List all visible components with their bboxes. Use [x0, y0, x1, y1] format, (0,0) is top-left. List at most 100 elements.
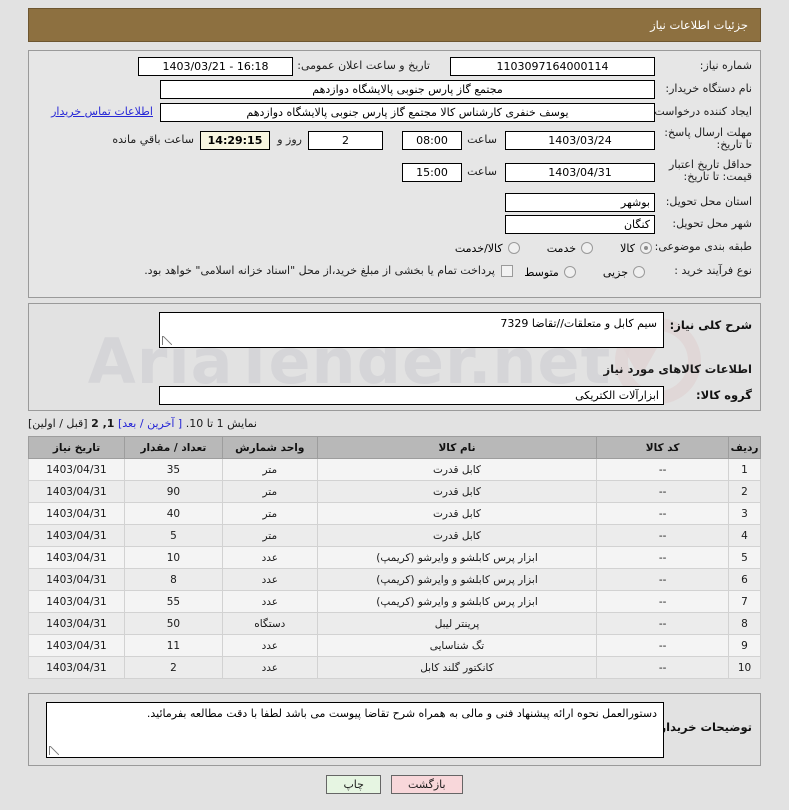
th-need-date: تاریخ نیاز — [28, 436, 125, 459]
treasury-checkbox-row[interactable]: پرداخت تمام یا بخشی از مبلغ خرید،از محل … — [144, 264, 513, 277]
cell-goods-name: ابزار پرس کابلشو و وایرشو (کریمپ) — [316, 590, 598, 613]
table-row: 7 -- ابزار پرس کابلشو و وایرشو (کریمپ) عدد 5… — [28, 590, 761, 613]
cell-goods-name: کابل قدرت — [316, 458, 598, 481]
table-row: 3 -- کابل قدرت متر 40 1403/04/31 — [28, 502, 761, 525]
subject-class-row: طبقه بندی موضوعی: — [655, 240, 752, 253]
cell-row-number: 1 — [728, 458, 761, 481]
print-button[interactable]: چاپ — [326, 775, 381, 794]
remaining-days-field: 2 — [308, 131, 383, 150]
process-type-label: نوع فرآیند خرید : — [674, 264, 752, 277]
remaining-time-label: ساعت باقي مانده — [112, 133, 194, 146]
creator-label: ایجاد کننده درخواست: — [650, 105, 752, 118]
cell-unit: عدد — [221, 590, 318, 613]
radio-label-jozi: جزیی — [602, 265, 628, 279]
treasury-checkbox-icon[interactable] — [501, 264, 513, 277]
announce-label: تاریخ و ساعت اعلان عمومی: — [297, 59, 430, 72]
radio-option-motavaset[interactable]: متوسط — [524, 266, 576, 279]
radio-option-kala-khedmat[interactable]: کالا/خدمت — [455, 242, 520, 255]
cell-need-date: 1403/04/31 — [28, 546, 125, 569]
cell-goods-code: -- — [596, 590, 730, 613]
province-label: استان محل تحویل: — [665, 195, 752, 208]
radio-icon-khedmat[interactable] — [581, 242, 594, 254]
remaining-days-label: روز و — [277, 133, 302, 146]
city-label: شهر محل تحویل: — [672, 217, 752, 230]
buyer-org-row: نام دستگاه خریدار: — [665, 82, 752, 95]
announce-datetime-field: 16:18 - 1403/03/21 — [138, 57, 293, 76]
price-validity-label: حداقل تاریخ اعتبار قیمت: تا تاریخ: — [668, 158, 752, 183]
cell-goods-name: پرینتر لیبل — [316, 612, 598, 635]
th-row-number: ردیف — [728, 436, 761, 459]
back-button[interactable]: بازگشت — [390, 775, 463, 794]
province-field: بوشهر — [505, 193, 655, 212]
buyer-contact-link[interactable]: اطلاعات تماس خریدار — [51, 105, 153, 118]
cell-quantity: 5 — [123, 524, 223, 547]
radio-option-khedmat[interactable]: خدمت — [547, 242, 594, 255]
city-field: کنگان — [505, 215, 655, 234]
pagination-pages[interactable]: 1, 2 — [91, 417, 114, 430]
cell-goods-name: کابل قدرت — [316, 502, 598, 525]
cell-goods-code: -- — [596, 612, 730, 635]
table-body: 1 -- کابل قدرت متر 35 1403/04/31 2 -- کابل قدرت م… — [28, 458, 761, 679]
cell-quantity: 35 — [123, 458, 223, 481]
th-goods-code: کد کالا — [596, 436, 730, 459]
cell-row-number: 10 — [728, 656, 761, 679]
radio-option-kala[interactable]: کالا — [620, 242, 652, 255]
cell-need-date: 1403/04/31 — [28, 458, 125, 481]
radio-icon-kala[interactable] — [640, 242, 652, 254]
buyer-notes-label: توضیحات خریدار: — [654, 720, 752, 734]
cell-unit: عدد — [221, 634, 318, 657]
cell-goods-name: کابل قدرت — [316, 480, 598, 503]
cell-goods-name: ابزار پرس کابلشو و وایرشو (کریمپ) — [316, 546, 598, 569]
radio-icon-kala-khedmat[interactable] — [507, 242, 520, 254]
deadline-label: مهلت ارسال پاسخ: تا تاریخ: — [664, 126, 752, 151]
description-textarea[interactable]: سیم کابل و متعلقات//تقاضا 7329 — [159, 312, 664, 348]
cell-goods-code: -- — [596, 546, 730, 569]
cell-row-number: 6 — [728, 568, 761, 591]
cell-unit: متر — [221, 502, 318, 525]
cell-quantity: 10 — [123, 546, 223, 569]
need-number-field: 1103097164000114 — [450, 57, 655, 76]
table-row: 4 -- کابل قدرت متر 5 1403/04/31 — [28, 524, 761, 547]
goods-table: ردیف کد کالا نام کالا واحد شمارش تعداد /… — [28, 436, 761, 679]
buyer-org-field: مجتمع گاز پارس جنوبی پالایشگاه دوازدهم — [160, 80, 655, 99]
cell-need-date: 1403/04/31 — [28, 590, 125, 613]
table-row: 10 -- کانکتور گلند کابل عدد 2 1403/04/31 — [28, 656, 761, 679]
cell-row-number: 9 — [728, 634, 761, 657]
cell-goods-code: -- — [596, 634, 730, 657]
cell-goods-name: تگ شناسایی — [316, 634, 598, 657]
page-title: جزئیات اطلاعات نیاز — [28, 8, 761, 42]
th-quantity: تعداد / مقدار — [123, 436, 223, 459]
process-type-options: جزیی متوسط — [502, 263, 645, 282]
creator-row: ایجاد کننده درخواست: — [651, 105, 752, 118]
cell-need-date: 1403/04/31 — [28, 656, 125, 679]
cell-row-number: 8 — [728, 612, 761, 635]
need-number-row: شماره نیاز: — [700, 59, 752, 72]
cell-quantity: 50 — [123, 612, 223, 635]
cell-goods-code: -- — [596, 458, 730, 481]
cell-unit: عدد — [221, 546, 318, 569]
table-row: 1 -- کابل قدرت متر 35 1403/04/31 — [28, 458, 761, 481]
treasury-checkbox-label: پرداخت تمام یا بخشی از مبلغ خرید،از محل … — [144, 264, 495, 277]
cell-quantity: 11 — [123, 634, 223, 657]
buyer-notes-textarea[interactable]: دستورالعمل نحوه ارائه پیشنهاد فنی و مالی… — [46, 702, 664, 758]
cell-need-date: 1403/04/31 — [28, 612, 125, 635]
cell-goods-code: -- — [596, 480, 730, 503]
radio-option-jozi[interactable]: جزیی — [603, 266, 645, 279]
cell-goods-name: کانکتور گلند کابل — [316, 656, 598, 679]
process-type-row: نوع فرآیند خرید : — [674, 264, 752, 277]
pagination: نمایش 1 تا 10. [ آخرین / بعد] 1, 2 [قبل … — [28, 417, 761, 430]
cell-quantity: 40 — [123, 502, 223, 525]
table-row: 8 -- پرینتر لیبل دستگاه 50 1403/04/31 — [28, 612, 761, 635]
table-row: 9 -- تگ شناسایی عدد 11 1403/04/31 — [28, 634, 761, 657]
pagination-last-next[interactable]: [ آخرین / بعد] — [118, 417, 182, 430]
radio-label-kala-khedmat: کالا/خدمت — [454, 241, 503, 255]
announce-row: تاریخ و ساعت اعلان عمومی: — [297, 59, 430, 72]
radio-icon-motavaset[interactable] — [563, 266, 576, 278]
radio-icon-jozi[interactable] — [633, 266, 645, 278]
deadline-date-field: 1403/03/24 — [505, 131, 655, 150]
deadline-hour-field: 08:00 — [402, 131, 462, 150]
cell-row-number: 5 — [728, 546, 761, 569]
table-row: 6 -- ابزار پرس کابلشو و وایرشو (کریمپ) عدد 8… — [28, 568, 761, 591]
goods-group-field: ابزارآلات الکتریکی — [159, 386, 664, 405]
cell-goods-code: -- — [596, 524, 730, 547]
